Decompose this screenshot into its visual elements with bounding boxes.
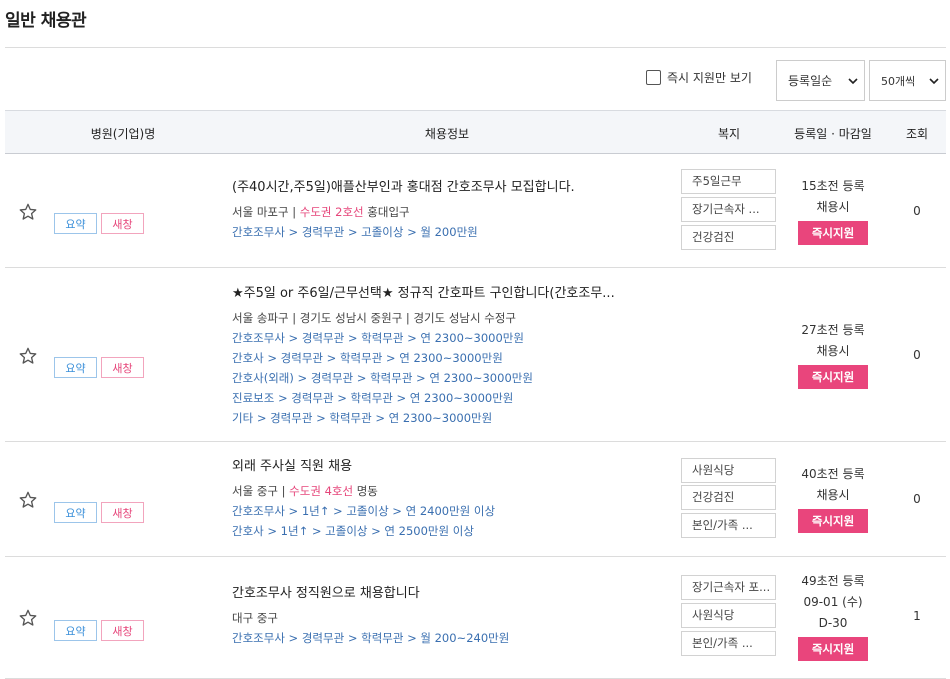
job-category: 간호사 > 1년↑ > 고졸이상 > 연 2500만원 이상 (232, 524, 474, 538)
view-count: 1 (913, 609, 921, 623)
job-row: 요약 새창 간호조무사 정직원으로 채용합니다 대구 중구 간호조무사 > 경력… (5, 557, 946, 679)
benefit-tag: 건강검진 (681, 225, 776, 250)
job-info: 외래 주사실 직원 채용 서울 중구 | 수도권 4호선 명동 간호조무사 > … (232, 457, 672, 541)
header-dates: 등록일 · 마감일 (794, 127, 872, 141)
job-location: 대구 중구 (232, 608, 672, 628)
metro-line: 수도권 2호선 (299, 205, 364, 219)
chevron-down-icon (929, 78, 939, 85)
chevron-down-icon (848, 78, 858, 85)
summary-button[interactable]: 요약 (54, 357, 97, 378)
instant-apply-only-checkbox[interactable]: 즉시 지원만 보기 (646, 69, 752, 86)
date-info: 49초전 등록 09-01 (수) D-30 즉시지원 (781, 571, 885, 661)
instant-apply-button[interactable]: 즉시지원 (798, 509, 868, 533)
header-benefits: 복지 (717, 127, 741, 141)
view-count: 0 (913, 348, 921, 362)
job-category: 간호조무사 > 경력무관 > 고졸이상 > 월 200만원 (232, 225, 478, 239)
star-icon[interactable] (18, 346, 38, 366)
posted-time: 49초전 등록 (801, 574, 865, 588)
benefit-tag: 주5일근무 (681, 169, 776, 194)
job-category: 진료보조 > 경력무관 > 학력무관 > 연 2300~3000만원 (232, 391, 514, 405)
deadline: 채용시 (816, 344, 850, 358)
benefit-tag: 사원식당 (681, 458, 776, 483)
job-title-link[interactable]: ★주5일 or 주6일/근무선택★ 정규직 간호파트 구인합니다(간호조무... (232, 284, 672, 304)
job-category: 간호사(외래) > 경력무관 > 학력무관 > 연 2300~3000만원 (232, 371, 533, 385)
header-company: 병원(기업)명 (90, 127, 156, 141)
instant-apply-button[interactable]: 즉시지원 (798, 637, 868, 661)
date-info: 40초전 등록 채용시 즉시지원 (781, 464, 885, 533)
new-window-button[interactable]: 새창 (101, 502, 144, 523)
job-row: 요약 새창 외래 주사실 직원 채용 서울 중구 | 수도권 4호선 명동 간호… (5, 442, 946, 557)
date-info: 15초전 등록 채용시 즉시지원 (781, 176, 885, 245)
new-window-button[interactable]: 새창 (101, 357, 144, 378)
benefit-tag: 본인/가족 ... (681, 513, 776, 538)
posted-time: 15초전 등록 (801, 179, 865, 193)
sort-select[interactable]: 등록일순 (776, 60, 865, 101)
job-title-link[interactable]: (주40시간,주5일)애플산부인과 홍대점 간호조무사 모집합니다. (232, 178, 672, 198)
benefit-tag: 본인/가족 ... (681, 631, 776, 656)
summary-button[interactable]: 요약 (54, 502, 97, 523)
page-title: 일반 채용관 (5, 11, 87, 31)
location-text: 대구 중구 (232, 611, 278, 625)
job-row: 요약 새창 (주40시간,주5일)애플산부인과 홍대점 간호조무사 모집합니다.… (5, 154, 946, 268)
header-job-info: 채용정보 (424, 127, 470, 141)
job-category: 간호조무사 > 경력무관 > 학력무관 > 연 2300~3000만원 (232, 331, 524, 345)
filter-bar: 즉시 지원만 보기 등록일순 50개씩 (0, 57, 950, 101)
job-title-link[interactable]: 외래 주사실 직원 채용 (232, 457, 672, 477)
benefit-tag: 장기근속자 포... (681, 575, 776, 600)
deadline: 채용시 (816, 488, 850, 502)
summary-button[interactable]: 요약 (54, 213, 97, 234)
checkbox-box[interactable] (646, 70, 661, 85)
star-icon[interactable] (18, 202, 38, 222)
deadline: 09-01 (수) (803, 595, 863, 609)
benefit-tag: 사원식당 (681, 603, 776, 628)
new-window-button[interactable]: 새창 (101, 620, 144, 641)
job-category: 기타 > 경력무관 > 학력무관 > 연 2300~3000만원 (232, 411, 493, 425)
apply-wrap: 즉시지원 (781, 634, 885, 661)
posted-time: 40초전 등록 (801, 467, 865, 481)
star-icon[interactable] (18, 608, 38, 628)
job-category: 간호사 > 경력무관 > 학력무관 > 연 2300~3000만원 (232, 351, 503, 365)
instant-apply-only-label: 즉시 지원만 보기 (667, 71, 752, 85)
location-text: 서울 송파구 | 경기도 성남시 중원구 | 경기도 성남시 수정구 (232, 311, 516, 325)
location-text: 서울 마포구 | (232, 205, 300, 219)
job-location: 서울 송파구 | 경기도 성남시 중원구 | 경기도 성남시 수정구 (232, 308, 672, 328)
apply-wrap: 즉시지원 (781, 362, 885, 389)
metro-line: 수도권 4호선 (289, 484, 354, 498)
station-name: 홍대입구 (363, 205, 410, 219)
sort-select-value: 등록일순 (788, 74, 833, 88)
table-header: 병원(기업)명 채용정보 복지 등록일 · 마감일 조회 (5, 110, 946, 154)
summary-button[interactable]: 요약 (54, 620, 97, 641)
benefit-tag: 건강검진 (681, 485, 776, 510)
job-title-link[interactable]: 간호조무사 정직원으로 채용합니다 (232, 584, 672, 604)
star-icon[interactable] (18, 490, 38, 510)
location-text: 서울 중구 | (232, 484, 290, 498)
job-category: 간호조무사 > 1년↑ > 고졸이상 > 연 2400만원 이상 (232, 504, 496, 518)
d-day: D-30 (818, 616, 848, 630)
job-info: 간호조무사 정직원으로 채용합니다 대구 중구 간호조무사 > 경력무관 > 학… (232, 584, 672, 648)
title-divider (5, 47, 946, 48)
instant-apply-button[interactable]: 즉시지원 (798, 221, 868, 245)
job-info: (주40시간,주5일)애플산부인과 홍대점 간호조무사 모집합니다. 서울 마포… (232, 178, 672, 242)
job-info: ★주5일 or 주6일/근무선택★ 정규직 간호파트 구인합니다(간호조무...… (232, 284, 672, 428)
view-count: 0 (913, 204, 921, 218)
job-location: 서울 마포구 | 수도권 2호선 홍대입구 (232, 202, 672, 222)
apply-wrap: 즉시지원 (781, 218, 885, 245)
posted-time: 27초전 등록 (801, 323, 865, 337)
apply-wrap: 즉시지원 (781, 506, 885, 533)
station-name: 명동 (353, 484, 378, 498)
page-size-select[interactable]: 50개씩 (869, 60, 946, 101)
benefit-tag: 장기근속자 ... (681, 197, 776, 222)
job-row: 요약 새창 ★주5일 or 주6일/근무선택★ 정규직 간호파트 구인합니다(간… (5, 268, 946, 442)
date-info: 27초전 등록 채용시 즉시지원 (781, 320, 885, 389)
job-category: 간호조무사 > 경력무관 > 학력무관 > 월 200~240만원 (232, 631, 510, 645)
job-location: 서울 중구 | 수도권 4호선 명동 (232, 481, 672, 501)
page-size-select-value: 50개씩 (881, 74, 916, 88)
new-window-button[interactable]: 새창 (101, 213, 144, 234)
view-count: 0 (913, 492, 921, 506)
instant-apply-button[interactable]: 즉시지원 (798, 365, 868, 389)
header-views: 조회 (905, 127, 929, 141)
deadline: 채용시 (816, 200, 850, 214)
